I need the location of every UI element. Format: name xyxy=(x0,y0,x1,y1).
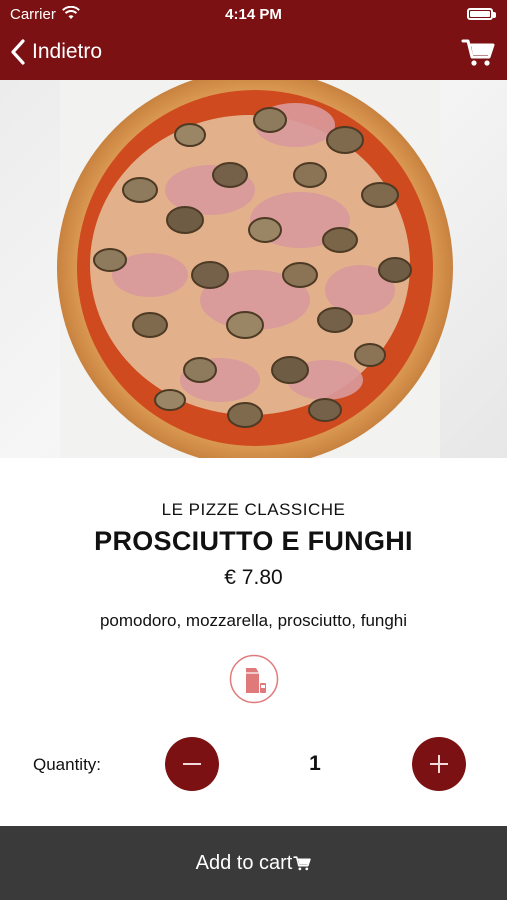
pizza-illustration xyxy=(57,80,453,458)
cart-icon xyxy=(293,856,312,871)
product-ingredients: pomodoro, mozzarella, prosciutto, funghi xyxy=(99,611,408,630)
status-time: 4:14 PM xyxy=(225,6,282,23)
decrease-quantity-button[interactable] xyxy=(165,737,219,791)
add-to-cart-label: Add to cart xyxy=(195,851,293,874)
quantity-value: 1 xyxy=(309,752,321,775)
app-header: Carrier 4:14 PM Indietro xyxy=(0,0,507,80)
navigation-bar: Indietro xyxy=(0,36,507,70)
product-image xyxy=(0,80,507,458)
cart-icon xyxy=(461,39,495,66)
product-category: LE PIZZE CLASSICHE xyxy=(161,500,346,519)
product-price: € 7.80 xyxy=(224,566,283,589)
add-to-cart-button[interactable]: Add to cart xyxy=(0,826,507,900)
cart-button[interactable] xyxy=(461,36,495,68)
battery-icon xyxy=(467,8,496,20)
back-label: Indietro xyxy=(32,40,103,63)
milk-carton-icon xyxy=(229,654,279,704)
back-button[interactable]: Indietro xyxy=(10,36,102,68)
increase-quantity-button[interactable] xyxy=(412,737,466,791)
quantity-label: Quantity: xyxy=(33,755,102,774)
product-name: PROSCIUTTO E FUNGHI xyxy=(94,526,413,556)
status-bar: Carrier 4:14 PM xyxy=(0,0,507,28)
chevron-left-icon xyxy=(11,39,25,65)
